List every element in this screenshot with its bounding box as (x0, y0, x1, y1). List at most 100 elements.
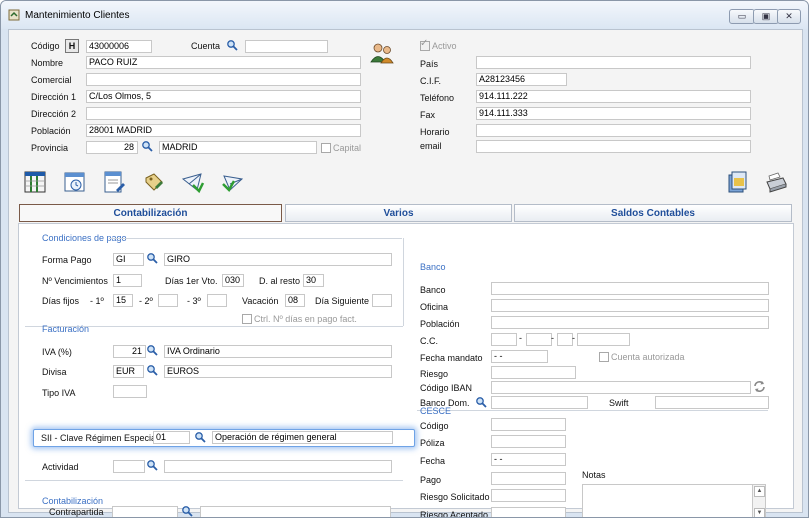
provincia-name-field[interactable]: MADRID (159, 141, 317, 154)
banco-title: Banco (420, 262, 446, 272)
contrapartida-name[interactable] (200, 506, 391, 517)
actividad-code[interactable] (113, 460, 145, 473)
cc-cuenta[interactable] (577, 333, 630, 346)
actividad-name[interactable] (164, 460, 392, 473)
actividad-search-icon[interactable] (146, 459, 158, 471)
tag-edit-icon[interactable] (142, 170, 166, 194)
oficina-field[interactable] (491, 299, 769, 312)
riesgo-solicitado-label: Riesgo Solicitado (420, 492, 490, 502)
banco-dom-field[interactable] (491, 396, 588, 409)
forma-pago-search-icon[interactable] (146, 252, 158, 264)
iva-search-icon[interactable] (146, 344, 158, 356)
divisa-search-icon[interactable] (146, 364, 158, 376)
pais-field[interactable] (476, 56, 751, 69)
cesce-fecha-field[interactable]: - - (491, 453, 566, 466)
fijo2-field[interactable] (158, 294, 178, 307)
scroll-up-icon[interactable]: ▲ (754, 486, 765, 497)
contabilizacion-panel: Condiciones de pago Forma Pago GI GIRO N… (18, 223, 794, 517)
contacts-icon[interactable] (369, 42, 395, 64)
banco-field[interactable] (491, 282, 769, 295)
cc-dash-2: - (551, 333, 554, 343)
provincia-search-icon[interactable] (141, 140, 153, 152)
fijo1-field[interactable]: 15 (113, 294, 133, 307)
capital-checkbox[interactable] (321, 143, 331, 153)
document-stack-icon[interactable] (725, 170, 749, 194)
minimize-button[interactable]: ▭ (729, 9, 755, 24)
tipo-iva-field[interactable] (113, 385, 147, 398)
pais-label: País (420, 59, 439, 69)
pago-field[interactable] (491, 472, 566, 485)
email-send-icon[interactable] (181, 170, 205, 194)
iban-field[interactable] (491, 381, 751, 394)
poblacion-field[interactable]: 28001 MADRID (86, 124, 361, 137)
cc-oficina[interactable] (526, 333, 552, 346)
fijo3-field[interactable] (207, 294, 227, 307)
vacacion-field[interactable]: 08 (285, 294, 305, 307)
tab-saldos-contables[interactable]: Saldos Contables (514, 204, 792, 222)
sii-name[interactable]: Operación de régimen general (212, 431, 393, 444)
divisa-name[interactable]: EUROS (164, 365, 392, 378)
comercial-field[interactable] (86, 73, 361, 86)
cuenta-field[interactable] (245, 40, 328, 53)
nombre-label: Nombre (31, 58, 64, 68)
horario-field[interactable] (476, 124, 751, 137)
forma-pago-code[interactable]: GI (113, 253, 144, 266)
printer-icon[interactable] (763, 170, 787, 194)
iva-name[interactable]: IVA Ordinario (164, 345, 392, 358)
divisa-code[interactable]: EUR (113, 365, 144, 378)
direccion2-field[interactable] (86, 107, 361, 120)
email-reply-icon[interactable] (220, 170, 244, 194)
direccion1-field[interactable]: C/Los Olmos, 5 (86, 90, 361, 103)
cesce-codigo-field[interactable] (491, 418, 566, 431)
refresh-icon[interactable] (753, 380, 766, 393)
cif-field[interactable]: A28123456 (476, 73, 567, 86)
notas-textarea[interactable] (582, 484, 754, 517)
riesgo-field[interactable] (491, 366, 576, 379)
iva-field[interactable]: 21 (113, 345, 146, 358)
email-field[interactable] (476, 140, 751, 153)
ctrl-dias-checkbox[interactable] (242, 314, 252, 324)
telefono-field[interactable]: 914.111.222 (476, 90, 751, 103)
columns-icon[interactable] (23, 170, 47, 194)
scroll-down-icon[interactable]: ▼ (754, 508, 765, 517)
notas-scrollbar[interactable]: ▲ ▼ (752, 484, 766, 517)
nombre-field[interactable]: PACO RUIZ (86, 56, 361, 69)
fecha-mandato-field[interactable]: - - (491, 350, 548, 363)
cc-entidad[interactable] (491, 333, 517, 346)
vencimientos-field[interactable]: 1 (113, 274, 142, 287)
dalresto-field[interactable]: 30 (303, 274, 324, 287)
contrapartida-search-icon[interactable] (181, 505, 193, 517)
forma-pago-name[interactable]: GIRO (164, 253, 392, 266)
cuenta-autorizada-checkbox[interactable] (599, 352, 609, 362)
riesgo-aceptado-field[interactable] (491, 507, 566, 517)
provincia-code-field[interactable]: 28 (86, 141, 138, 154)
poliza-label: Póliza (420, 438, 445, 448)
swift-field[interactable] (655, 396, 769, 409)
codigo-field[interactable]: 43000006 (86, 40, 152, 53)
banco-poblacion-field[interactable] (491, 316, 769, 329)
close-button[interactable]: ✕ (777, 9, 801, 24)
sii-search-icon[interactable] (194, 431, 206, 443)
cuenta-search-icon[interactable] (226, 39, 238, 51)
tab-varios[interactable]: Varios (285, 204, 512, 222)
document-edit-icon[interactable] (102, 170, 126, 194)
dia-siguiente-field[interactable] (372, 294, 392, 307)
window-title: Mantenimiento Clientes (25, 10, 130, 21)
email-label: email (420, 141, 442, 151)
dias1-field[interactable]: 030 (222, 274, 244, 287)
h-button[interactable]: H (65, 39, 79, 53)
banco-bottom (417, 410, 768, 411)
poliza-field[interactable] (491, 435, 566, 448)
sii-code[interactable]: 01 (153, 431, 190, 444)
title-bar[interactable]: Mantenimiento Clientes ▭ ▣ ✕ (1, 1, 808, 29)
tab-contabilizacion[interactable]: Contabilización (19, 204, 282, 222)
maximize-button[interactable]: ▣ (753, 9, 779, 24)
cc-dc[interactable] (557, 333, 573, 346)
contrapartida-code[interactable] (112, 506, 178, 517)
fax-field[interactable]: 914.111.333 (476, 107, 751, 120)
riesgo-solicitado-field[interactable] (491, 489, 566, 502)
calendar-clock-icon[interactable] (63, 170, 87, 194)
condiciones-border (403, 238, 404, 326)
banco-dom-search-icon[interactable] (475, 396, 487, 408)
sii-label: SII - Clave Régimen Especial (41, 433, 159, 443)
